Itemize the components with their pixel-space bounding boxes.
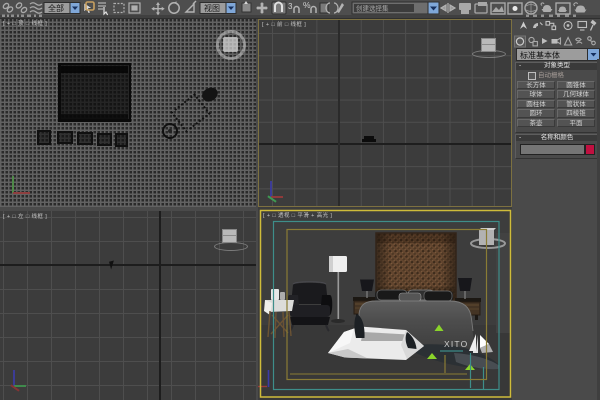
svg-text:视图: 视图: [204, 3, 220, 13]
svg-text:3: 3: [288, 2, 293, 11]
svg-text:%: %: [303, 0, 311, 10]
svg-text:全部: 全部: [48, 3, 64, 13]
svg-text:创建选择集: 创建选择集: [356, 4, 389, 13]
svg-text:XITO: XITO: [444, 339, 468, 349]
